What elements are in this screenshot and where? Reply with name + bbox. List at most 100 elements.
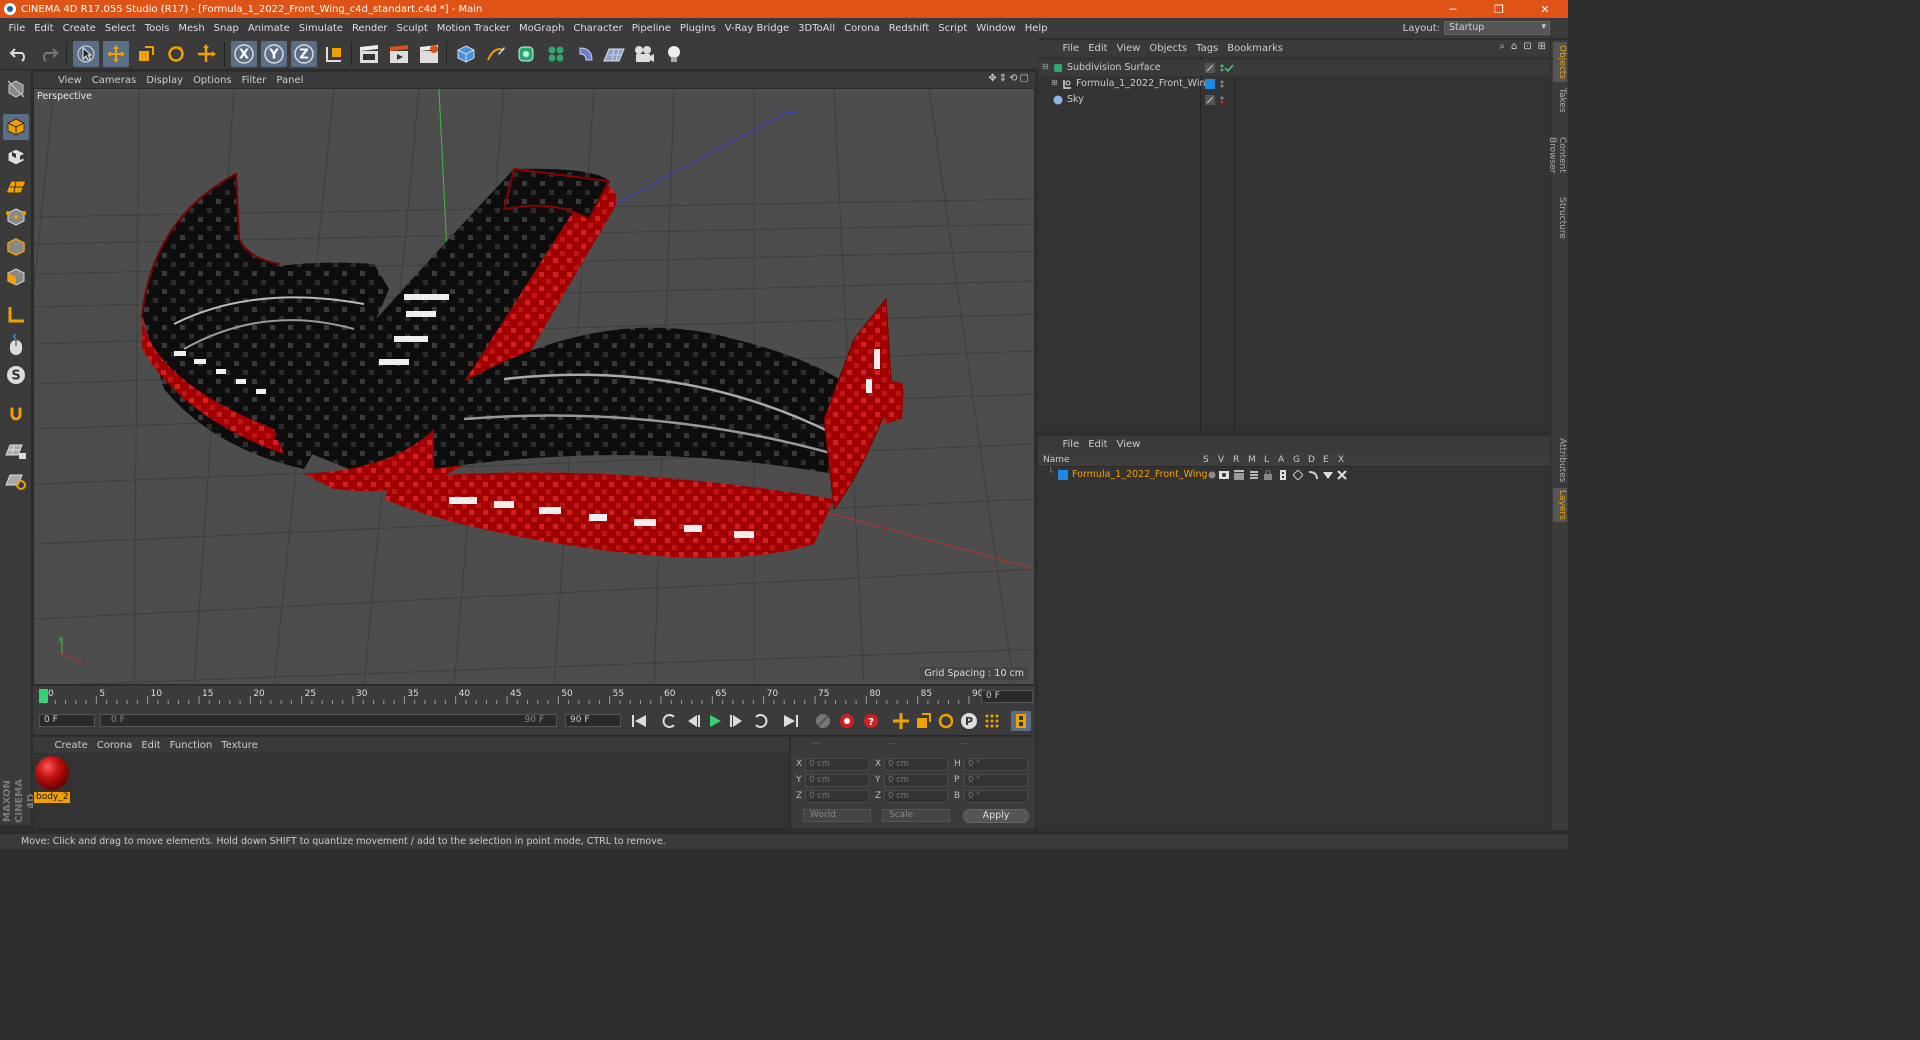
menu-plugins[interactable]: Plugins [675,23,720,34]
next-keyframe-button[interactable] [751,711,771,731]
col-render-header[interactable]: R [1233,455,1239,465]
lm-menu-view[interactable]: View [1112,439,1145,450]
menu-simulate[interactable]: Simulate [294,23,347,34]
viewport-menu-cameras[interactable]: Cameras [87,75,141,86]
menu-snap[interactable]: Snap [209,23,243,34]
viewport-menu-filter[interactable]: Filter [237,75,272,86]
menu-edit[interactable]: Edit [30,23,58,34]
enable-snap-button[interactable] [3,400,29,426]
workplane-mode-button[interactable] [3,174,29,200]
add-cube-button[interactable] [453,41,479,67]
rotation-p-field[interactable]: 0 ° [964,774,1028,787]
col-xref-header[interactable]: X [1338,455,1344,465]
viewport-menu-panel[interactable]: Panel [271,75,308,86]
model-mode-button[interactable] [3,114,29,140]
render-to-picture-viewer-button[interactable] [386,41,412,67]
polygons-mode-button[interactable] [3,264,29,290]
search-icon[interactable]: ⌕ [1499,41,1505,52]
col-expressions-header[interactable]: E [1323,455,1329,465]
add-spline-button[interactable] [483,41,509,67]
menu-sculpt[interactable]: Sculpt [392,23,432,34]
render-clapper-icon[interactable] [1234,470,1244,480]
expand-toggle-icon[interactable]: ⊞ [1051,78,1058,87]
pan-icon[interactable]: ✥ [988,73,996,84]
lm-menu-file[interactable]: File [1058,439,1084,450]
current-frame-field[interactable]: 0 F [981,690,1033,703]
texture-mode-button[interactable] [3,144,29,170]
rotation-h-field[interactable]: 0 ° [964,758,1028,771]
planar-workplane-button[interactable] [3,468,29,494]
add-nurbs-button[interactable] [513,41,539,67]
tab-layers[interactable]: Layers [1553,488,1567,522]
apply-button[interactable]: Apply [963,809,1029,823]
locked-workplane-button[interactable] [3,438,29,464]
menu-corona[interactable]: Corona [840,23,885,34]
viewport-menu-display[interactable]: Display [141,75,188,86]
col-view-header[interactable]: V [1218,455,1224,465]
maximize-view-icon[interactable]: ▢ [1020,73,1029,84]
previous-keyframe-button[interactable] [659,711,679,731]
visibility-dots-icon[interactable] [1217,95,1227,105]
visibility-dots-icon[interactable] [1217,79,1227,89]
layer-dots-icon[interactable] [1205,95,1215,105]
col-solo-header[interactable]: S [1203,455,1209,465]
snap-button[interactable]: S [3,362,29,388]
next-frame-button[interactable] [727,711,747,731]
add-deformer-button[interactable] [573,41,599,67]
col-locked-header[interactable]: L [1264,455,1269,465]
om-menu-file[interactable]: File [1058,43,1084,54]
lm-menu-edit[interactable]: Edit [1084,439,1112,450]
material-preview-swatch[interactable] [35,756,69,790]
previous-frame-button[interactable] [683,711,703,731]
eye-icon[interactable] [1219,470,1229,480]
y-axis-lock-button[interactable]: Y [261,41,287,67]
menu-character[interactable]: Character [569,23,627,34]
undo-button[interactable] [6,41,32,67]
size-y-field[interactable]: 0 cm [884,774,948,787]
render-view-button[interactable] [356,41,382,67]
menu-window[interactable]: Window [972,23,1020,34]
menu-vray-bridge[interactable]: V-Ray Bridge [720,23,793,34]
z-axis-lock-button[interactable]: Z [291,41,317,67]
go-to-end-button[interactable] [781,711,801,731]
perspective-viewport[interactable]: y x Perspective Grid Spacing : 10 cm [33,88,1035,685]
menu-mesh[interactable]: Mesh [174,23,209,34]
menu-motion-tracker[interactable]: Motion Tracker [432,23,514,34]
col-animation-header[interactable]: A [1278,455,1284,465]
animation-film-icon[interactable] [1278,470,1288,480]
go-to-start-button[interactable] [629,711,649,731]
expand-icon[interactable]: ⊞ [1538,41,1546,52]
play-button[interactable] [705,711,725,731]
key-scale-button[interactable] [913,711,933,731]
col-manager-header[interactable]: M [1248,455,1256,465]
motion-path-button[interactable] [813,711,833,731]
move-tool-button[interactable] [103,41,129,67]
size-x-field[interactable]: 0 cm [884,758,948,771]
menu-animate[interactable]: Animate [243,23,294,34]
render-settings-button[interactable] [416,41,442,67]
size-mode-dropdown[interactable]: Scale [882,809,950,822]
maximize-button[interactable]: ❐ [1476,3,1522,16]
menu-render[interactable]: Render [347,23,392,34]
layout-dropdown[interactable]: Startup [1444,21,1550,35]
menu-redshift[interactable]: Redshift [884,23,934,34]
position-z-field[interactable]: 0 cm [805,790,869,803]
make-editable-button[interactable] [3,76,29,102]
frame-range-slider[interactable]: 0 F 90 F [100,714,557,727]
timeline-ruler[interactable]: 0 5 10 15 20 25 30 35 40 45 50 55 60 65 70 75 80 85 90 0 F [33,686,1035,706]
layer-row[interactable]: └ Formula_1_2022_Front_Wing [1038,467,1550,483]
add-light-button[interactable] [661,41,687,67]
x-axis-lock-button[interactable]: X [231,41,257,67]
tab-attributes[interactable]: Attributes [1553,436,1567,484]
generator-icon[interactable] [1293,470,1303,480]
enabled-check-icon[interactable] [1224,63,1234,73]
deformer-icon[interactable] [1308,470,1318,480]
rotation-b-field[interactable]: 0 ° [964,790,1028,803]
key-pla-button[interactable] [982,711,1002,731]
start-frame-field[interactable]: 0 F [39,714,95,727]
material-menu-texture[interactable]: Texture [217,740,263,751]
end-frame-field[interactable]: 90 F [565,714,621,727]
menu-mograph[interactable]: MoGraph [514,23,568,34]
live-selection-button[interactable] [73,41,99,67]
tab-content-browser[interactable]: Content Browser [1547,120,1567,190]
